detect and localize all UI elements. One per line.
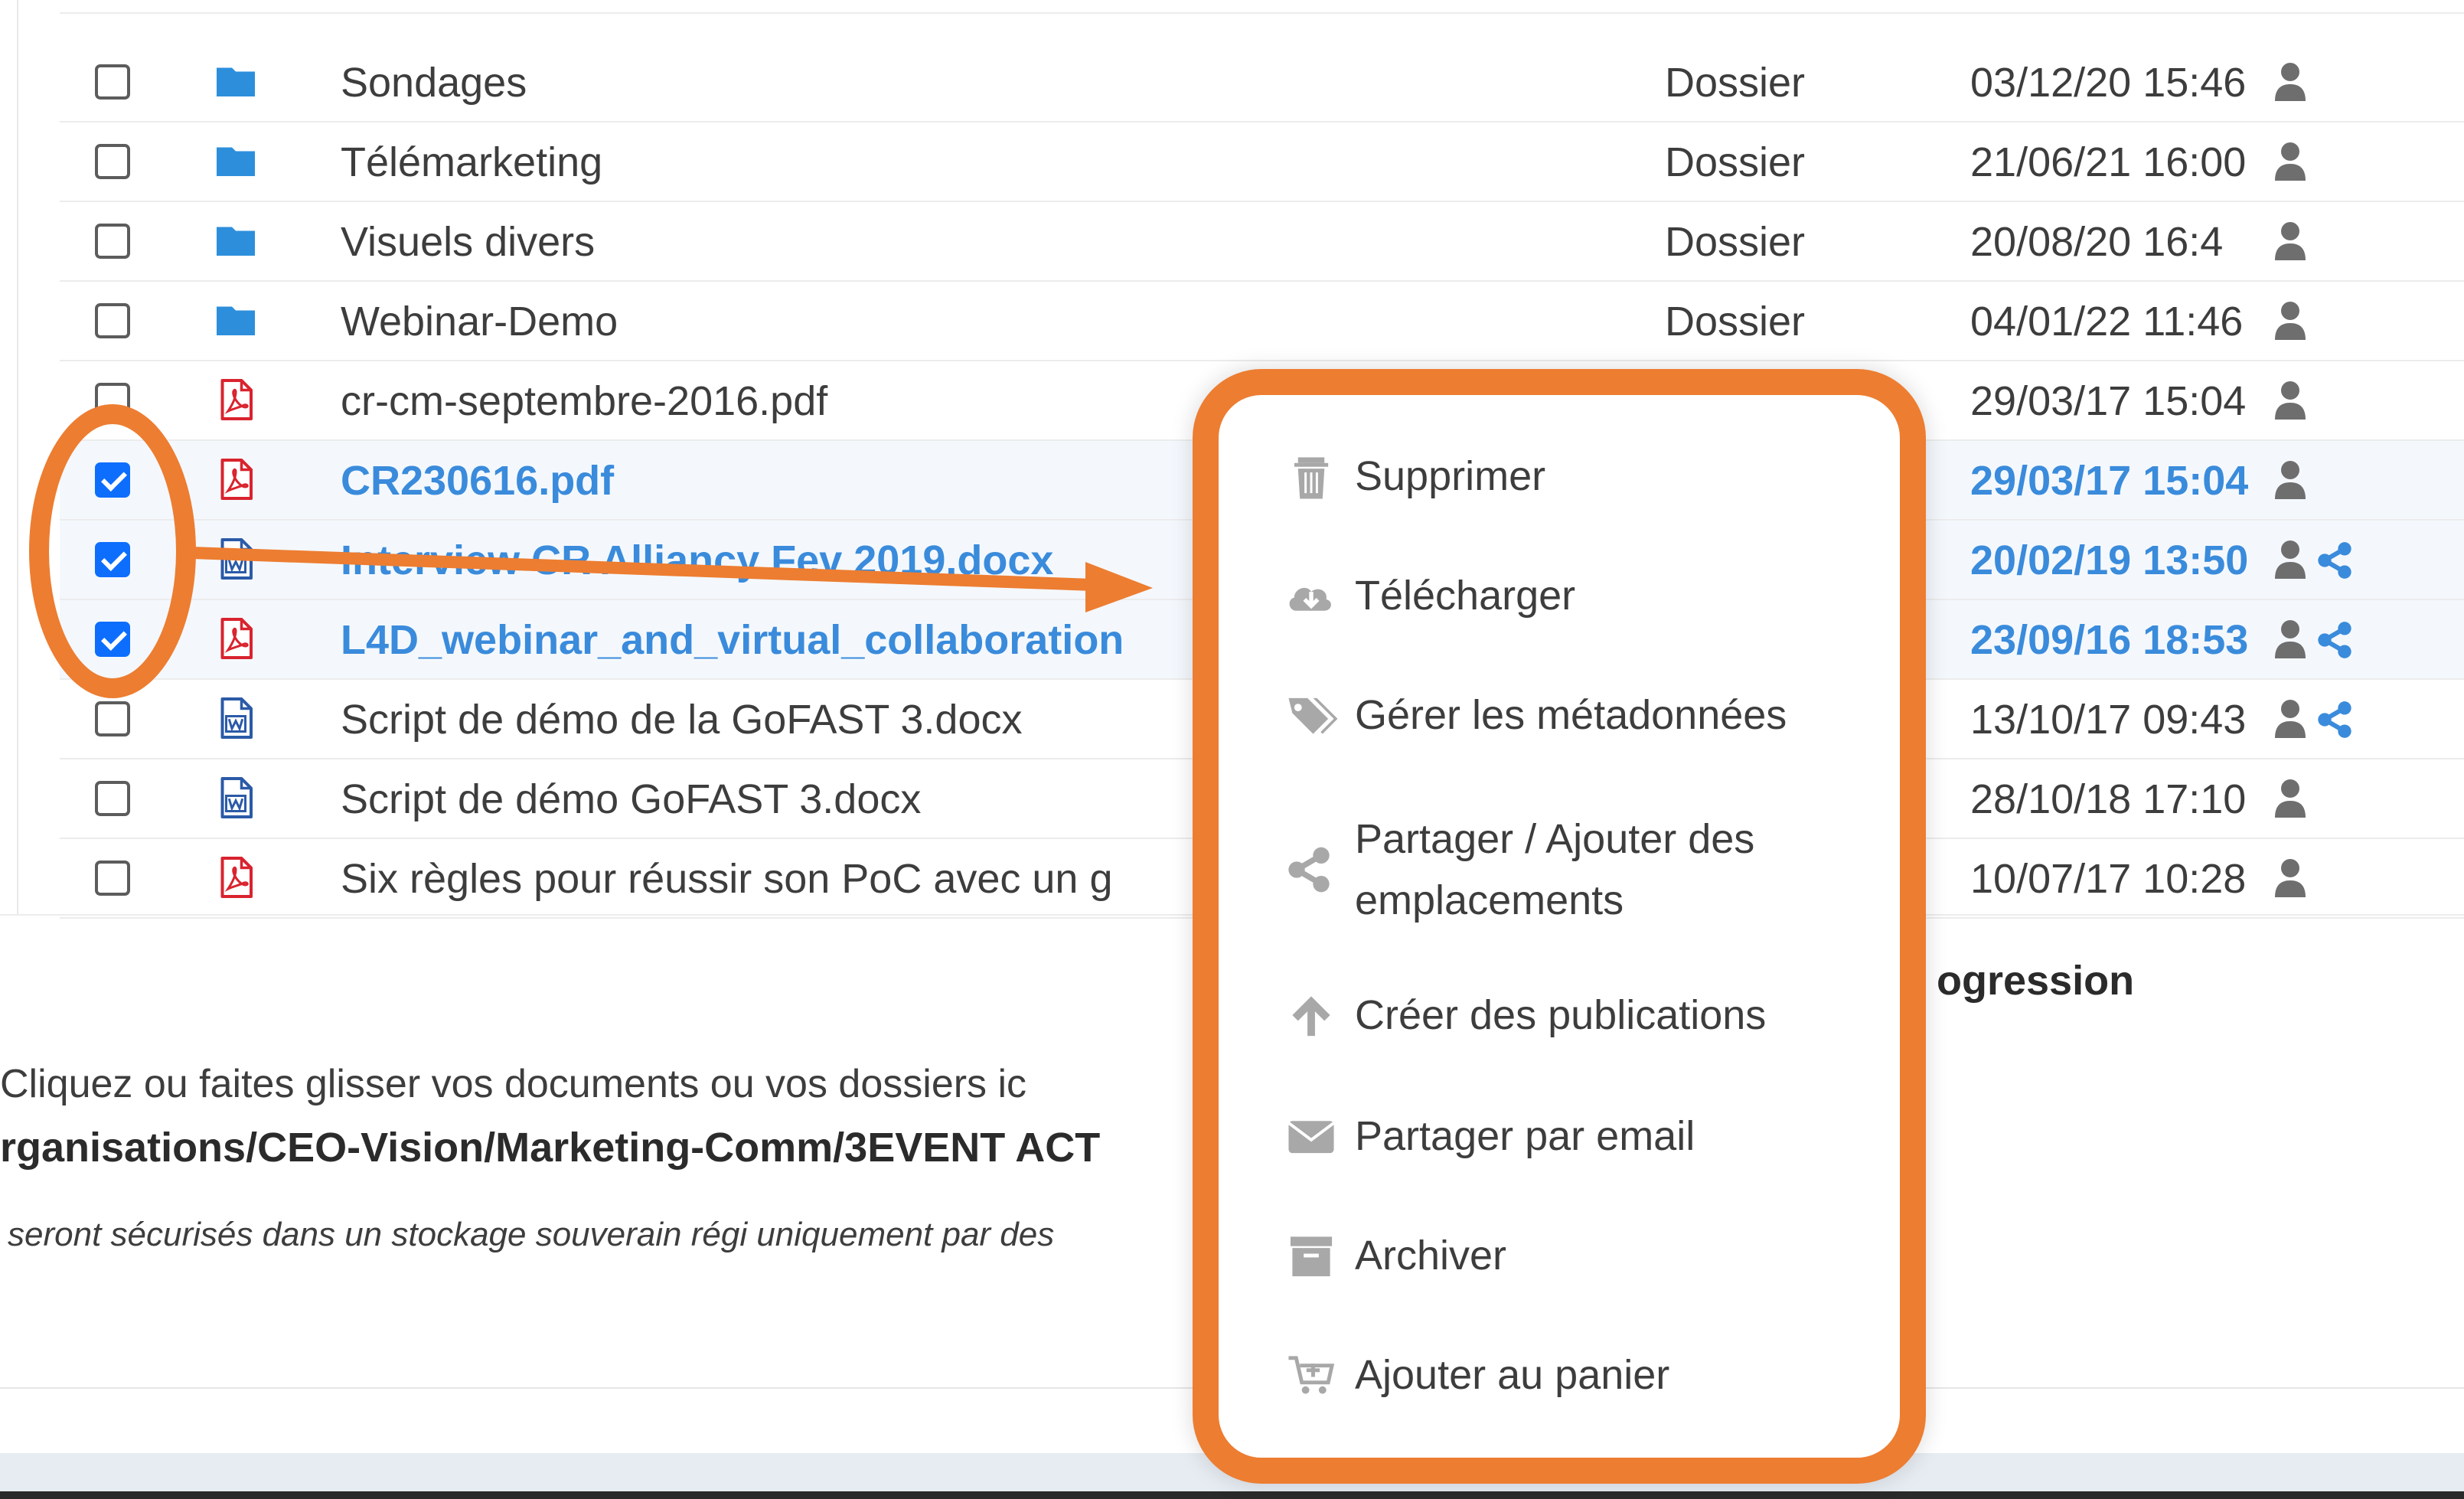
annotation-arrow [191, 547, 1153, 612]
